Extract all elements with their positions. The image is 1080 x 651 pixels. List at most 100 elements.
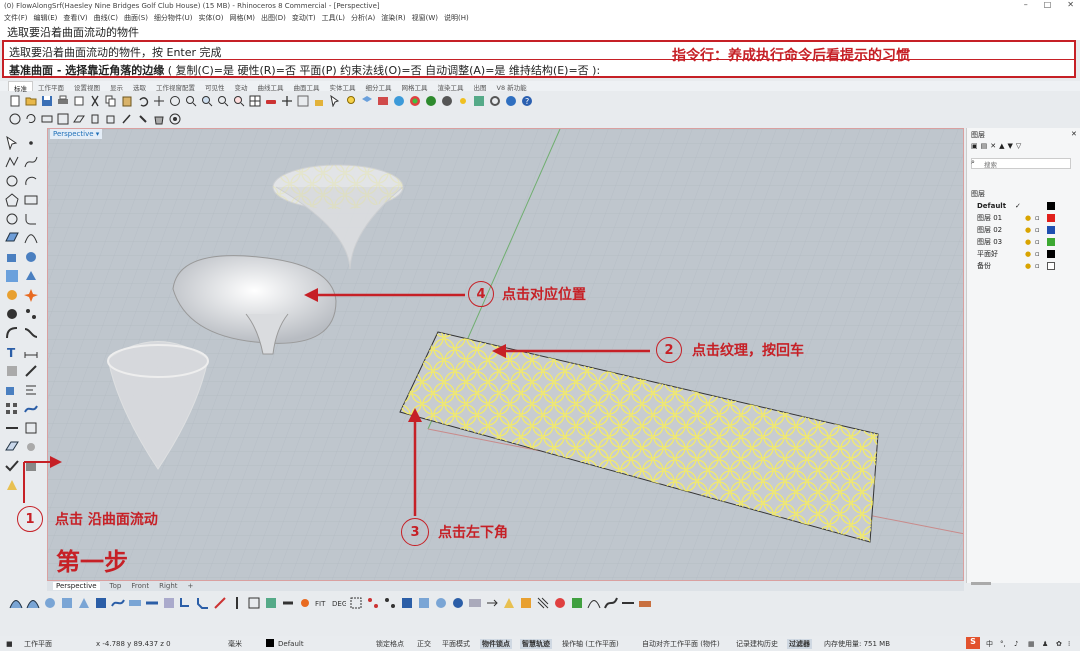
rail-revolve-icon[interactable] <box>59 596 74 611</box>
insert-knot-icon[interactable] <box>399 596 414 611</box>
zebra-icon[interactable] <box>535 596 550 611</box>
move-down-icon[interactable]: ▼ <box>1008 142 1013 150</box>
toggle-osnap[interactable]: 物件锁点 <box>480 638 512 649</box>
rail-icon[interactable] <box>620 596 635 611</box>
remove-knot-icon[interactable] <box>416 596 431 611</box>
patch-icon[interactable] <box>76 596 91 611</box>
filter-icon[interactable]: ▽ <box>1016 142 1021 150</box>
blend-srf-icon[interactable] <box>110 596 125 611</box>
microphone-icon[interactable]: ♪ <box>1014 640 1018 648</box>
ime-punct-icon[interactable]: °, <box>1000 640 1006 648</box>
layer-color-swatch[interactable] <box>1047 250 1055 258</box>
viewport-tab-perspective[interactable]: Perspective <box>53 582 100 590</box>
move-up-icon[interactable]: ▲ <box>999 142 1004 150</box>
make-2d-icon[interactable] <box>467 596 482 611</box>
trim-icon[interactable] <box>212 596 227 611</box>
layer-row[interactable]: 平面好 ● ▫ <box>969 248 1069 260</box>
ime-language-icon[interactable]: 中 <box>986 639 993 649</box>
status-cplane[interactable]: 工作平面 <box>24 639 52 649</box>
pipe-tool-icon[interactable] <box>603 596 618 611</box>
layer-color-swatch[interactable] <box>1047 214 1055 222</box>
layer-color-swatch[interactable] <box>1047 238 1055 246</box>
points-on-icon[interactable] <box>365 596 380 611</box>
lightbulb-icon[interactable]: ● <box>1025 238 1031 246</box>
degree-icon[interactable]: DEG <box>331 596 346 611</box>
match-srf-icon[interactable] <box>144 596 159 611</box>
layer-search-input[interactable]: 搜索 <box>971 158 1071 169</box>
step3-number: 3 <box>401 518 429 546</box>
revolve-icon[interactable] <box>42 596 57 611</box>
join-icon[interactable] <box>280 596 295 611</box>
lightbulb-icon[interactable]: ● <box>1025 250 1031 258</box>
layer-name: 图层 03 <box>977 238 1003 246</box>
lock-icon[interactable]: ▫ <box>1035 250 1040 258</box>
curvature-icon[interactable] <box>552 596 567 611</box>
skin-icon[interactable]: ✿ <box>1056 640 1062 648</box>
panel-scrollbar[interactable] <box>971 582 991 585</box>
toggle-planar[interactable]: 平面模式 <box>442 639 470 649</box>
fit-icon[interactable]: FIT <box>314 596 329 611</box>
loft-tool-icon[interactable] <box>586 596 601 611</box>
new-layer-icon[interactable]: ▣ <box>971 142 978 150</box>
layer-row[interactable]: 图层 01 ● ▫ <box>969 212 1069 224</box>
viewport-tab-top[interactable]: Top <box>110 582 122 590</box>
ime-logo[interactable]: S <box>966 637 980 649</box>
toggle-history[interactable]: 记录建构历史 <box>736 639 778 649</box>
step1-number: 1 <box>17 506 43 532</box>
lightbulb-icon[interactable]: ● <box>1025 214 1031 222</box>
rebuild-icon[interactable] <box>263 596 278 611</box>
lock-icon[interactable]: ▫ <box>1035 238 1040 246</box>
analyze-icon[interactable] <box>518 596 533 611</box>
status-layer[interactable]: Default <box>278 640 304 648</box>
lightbulb-icon[interactable]: ● <box>1025 262 1031 270</box>
fillet-srf-icon[interactable] <box>178 596 193 611</box>
extend-srf-icon[interactable] <box>161 596 176 611</box>
toggle-ortho[interactable]: 正交 <box>417 639 431 649</box>
layer-color-swatch <box>266 639 274 647</box>
keyboard-icon[interactable]: ▦ <box>1028 640 1035 648</box>
layer-row[interactable]: 图层 03 ● ▫ <box>969 236 1069 248</box>
toggle-grid-snap[interactable]: 锁定格点 <box>376 639 404 649</box>
dir-icon[interactable] <box>484 596 499 611</box>
panel-close-icon[interactable]: ✕ <box>1071 130 1077 138</box>
gumball-icon[interactable] <box>450 596 465 611</box>
layer-color-swatch[interactable] <box>1047 262 1055 270</box>
lock-icon[interactable]: ▫ <box>1035 226 1040 234</box>
delete-layer-icon[interactable]: ✕ <box>990 142 996 150</box>
menu-grid-icon[interactable]: ⁞ <box>1068 640 1070 648</box>
layer-color-swatch[interactable] <box>1047 202 1055 210</box>
first-step-title: 第一步 <box>56 548 128 576</box>
lock-icon[interactable]: ▫ <box>1035 262 1040 270</box>
layer-row[interactable]: 备份 ● ▫ <box>969 260 1069 272</box>
toggle-auto-cplane[interactable]: 自动对齐工作平面 (物件) <box>642 639 720 649</box>
viewport-tab-add[interactable]: + <box>188 582 194 590</box>
cage-edit-icon[interactable] <box>348 596 363 611</box>
lightbulb-icon[interactable]: ● <box>1025 226 1031 234</box>
offset-srf-icon[interactable] <box>127 596 142 611</box>
panel-title: 图层 <box>971 131 985 139</box>
sweep1-icon[interactable] <box>8 596 23 611</box>
edit-srf-icon[interactable] <box>433 596 448 611</box>
draft-icon[interactable] <box>569 596 584 611</box>
points-off-icon[interactable] <box>382 596 397 611</box>
lock-icon[interactable]: ▫ <box>1035 214 1040 222</box>
user-icon[interactable]: ♟ <box>1042 640 1048 648</box>
toggle-smart-track[interactable]: 智慧轨迹 <box>520 638 552 649</box>
layer-column-header: 图层 <box>971 190 985 198</box>
stack-icon[interactable] <box>637 596 652 611</box>
toggle-filter[interactable]: 过滤器 <box>787 638 812 649</box>
explode-srf-icon[interactable] <box>297 596 312 611</box>
untrim-icon[interactable] <box>246 596 261 611</box>
layer-row[interactable]: Default ✓ <box>969 200 1069 212</box>
flip-icon[interactable] <box>501 596 516 611</box>
sweep2-icon[interactable] <box>25 596 40 611</box>
layer-color-swatch[interactable] <box>1047 226 1055 234</box>
chamfer-srf-icon[interactable] <box>195 596 210 611</box>
split-srf-icon[interactable] <box>229 596 244 611</box>
new-sublayer-icon[interactable]: ▤ <box>981 142 988 150</box>
viewport-tab-front[interactable]: Front <box>131 582 149 590</box>
viewport-tab-right[interactable]: Right <box>159 582 177 590</box>
layer-row[interactable]: 图层 02 ● ▫ <box>969 224 1069 236</box>
toggle-gumball[interactable]: 操作轴 (工作平面) <box>562 639 619 649</box>
network-srf-icon[interactable] <box>93 596 108 611</box>
